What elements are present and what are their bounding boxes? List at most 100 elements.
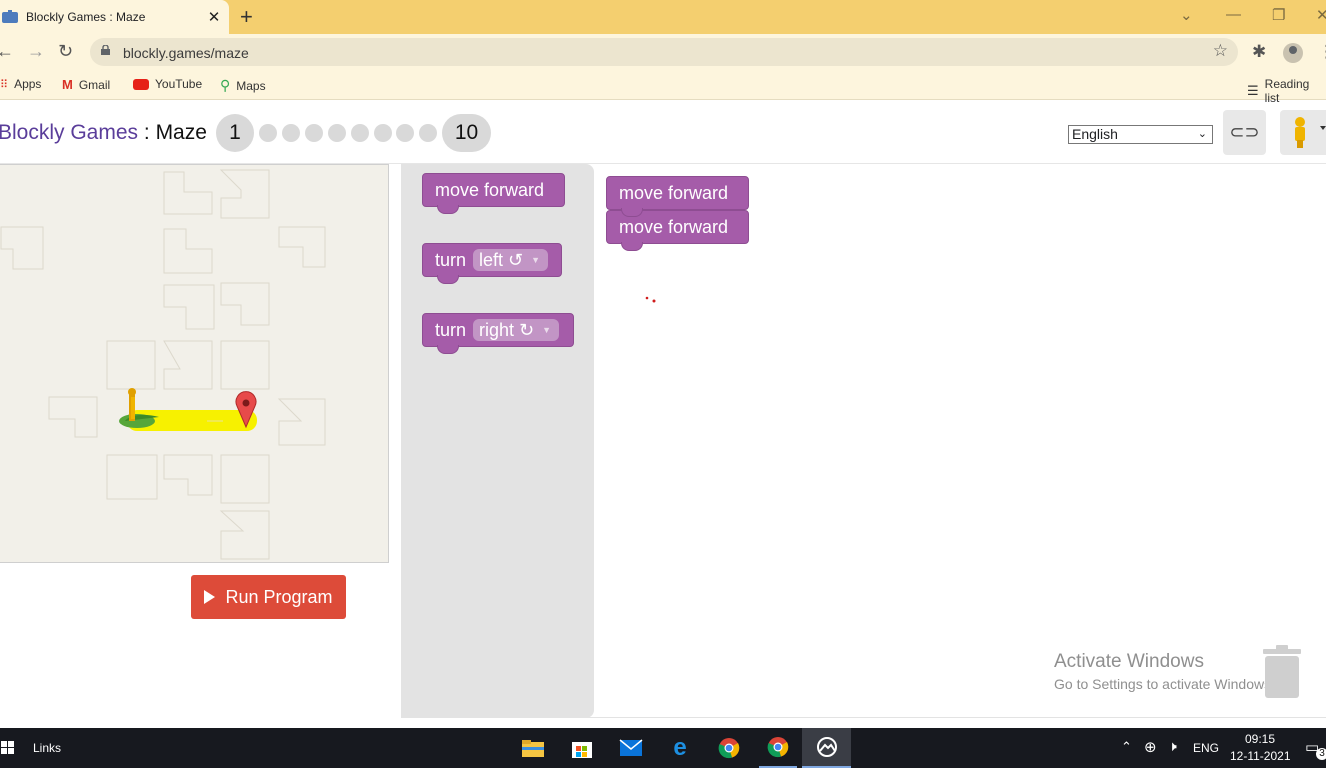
windows-start-icon[interactable]: [0, 728, 16, 768]
block-label: move forward: [619, 216, 729, 237]
block-label: move forward: [435, 179, 545, 200]
chrome-active-icon[interactable]: [759, 728, 797, 768]
level-10-button[interactable]: 10: [442, 114, 491, 152]
direction-dropdown[interactable]: left ↺ ▼: [473, 249, 549, 271]
watermark-title: Activate Windows: [1054, 651, 1204, 672]
maps-pin-icon: ⚲: [220, 77, 231, 93]
level-4-dot[interactable]: [305, 124, 323, 142]
extensions-icon[interactable]: ✱: [1252, 42, 1266, 62]
watermark-subtitle: Go to Settings to activate Windows.: [1054, 676, 1275, 692]
brand-link[interactable]: Blockly Games: [0, 121, 138, 144]
page-title: Blockly Games : Maze: [0, 121, 207, 145]
url-text: blockly.games/maze: [123, 45, 249, 61]
cursor-marks: [645, 296, 656, 303]
bookmark-label: YouTube: [155, 77, 203, 91]
links-toolbar[interactable]: Links: [33, 728, 61, 768]
language-select[interactable]: English ⌄: [1068, 125, 1213, 144]
bookmark-apps[interactable]: ⠿ Apps: [0, 77, 41, 91]
dropdown-arrow-icon: ▼: [542, 325, 552, 335]
link-icon: ⊂⊃: [1229, 122, 1260, 142]
run-program-button[interactable]: Run Program: [191, 575, 346, 619]
level-8-dot[interactable]: [396, 124, 414, 142]
reading-list-label: Reading list: [1264, 77, 1310, 105]
block-label: turn: [435, 319, 467, 340]
notification-count-badge: 3: [1316, 748, 1326, 760]
dropdown-value: right ↻: [479, 319, 535, 340]
toolbox-move-forward-block[interactable]: move forward: [422, 173, 565, 214]
browser-toolbar: ← → ↻ blockly.games/maze ☆ ✱ ⋮: [0, 34, 1326, 70]
network-icon[interactable]: ⊕: [1144, 738, 1157, 756]
pegman-player-icon: [131, 397, 135, 419]
forward-icon[interactable]: →: [27, 41, 45, 62]
dropdown-value: left ↺: [479, 249, 524, 270]
youtube-icon: [133, 78, 149, 90]
chrome-icon[interactable]: [711, 728, 747, 768]
edge-icon[interactable]: e: [662, 728, 698, 768]
apps-grid-icon: ⠿: [0, 78, 9, 91]
reading-list-button[interactable]: ☰ Reading list: [1247, 77, 1326, 105]
start-marker-icon: [119, 388, 159, 428]
blockly-favicon-icon: [2, 9, 18, 23]
bookmark-label: Maps: [236, 78, 266, 93]
tab-title: Blockly Games : Maze: [26, 10, 146, 24]
block-label: turn: [435, 249, 467, 270]
restore-icon[interactable]: ❐: [1272, 6, 1285, 24]
reload-icon[interactable]: ↻: [58, 41, 73, 62]
volume-icon[interactable]: 🕨: [1168, 738, 1177, 755]
profile-avatar[interactable]: [1283, 43, 1303, 63]
back-icon[interactable]: ←: [0, 41, 14, 62]
menu-icon[interactable]: ⋮: [1318, 42, 1326, 62]
chevron-down-icon: ⌄: [1197, 128, 1207, 140]
bookmark-gmail[interactable]: M Gmail: [62, 77, 110, 92]
maze-board: [0, 164, 389, 563]
dropdown-arrow-icon: ▼: [531, 255, 541, 265]
trash-can-icon[interactable]: [1262, 644, 1302, 698]
reading-list-icon: ☰: [1247, 83, 1259, 98]
level-7-dot[interactable]: [374, 124, 392, 142]
bookmark-youtube[interactable]: YouTube: [133, 77, 202, 91]
mail-icon[interactable]: [613, 728, 649, 768]
bookmark-maps[interactable]: ⚲ Maps: [220, 77, 266, 94]
level-9-dot[interactable]: [419, 124, 437, 142]
bookmark-star-icon[interactable]: ☆: [1213, 41, 1228, 61]
windows-taskbar: Links e ⌃ ⊕ 🕨 ENG 09:15 12-11-2021 ▭ 3: [0, 728, 1326, 768]
close-window-icon[interactable]: ✕: [1316, 6, 1326, 24]
level-1-button[interactable]: 1: [216, 114, 254, 152]
toolbox-turn-right-block[interactable]: turn right ↻ ▼: [422, 313, 574, 354]
link-share-button[interactable]: ⊂⊃: [1223, 110, 1266, 155]
tab-search-icon[interactable]: ⌄: [1180, 6, 1193, 24]
page-header: Blockly Games : Maze 1 10 English ⌄ ⊂⊃: [0, 102, 1326, 164]
file-explorer-icon[interactable]: [515, 728, 551, 768]
tab-blockly-maze[interactable]: Blockly Games : Maze ✕: [0, 0, 229, 34]
microsoft-store-icon[interactable]: [564, 728, 600, 768]
gmail-icon: M: [62, 77, 73, 92]
photos-app-icon[interactable]: [802, 728, 851, 768]
clock-time[interactable]: 09:15: [1244, 732, 1276, 746]
bookmarks-bar: ⠿ Apps M Gmail YouTube ⚲ Maps ☰ Reading …: [0, 70, 1326, 105]
level-6-dot[interactable]: [351, 124, 369, 142]
tab-close-icon[interactable]: ✕: [203, 8, 225, 26]
play-icon: [204, 590, 216, 604]
direction-dropdown[interactable]: right ↻ ▼: [473, 319, 560, 341]
workspace-move-forward-block[interactable]: move forward: [606, 176, 749, 217]
workspace-border: [401, 717, 1326, 718]
title-separator: :: [138, 121, 156, 144]
level-3-dot[interactable]: [282, 124, 300, 142]
game-name: Maze: [155, 121, 207, 144]
clock-date[interactable]: 12-11-2021: [1230, 749, 1291, 763]
level-2-dot[interactable]: [259, 124, 277, 142]
address-bar[interactable]: blockly.games/maze ☆: [90, 38, 1238, 66]
tab-strip: Blockly Games : Maze ✕ + ⌄ — ❐ ✕: [0, 0, 1326, 34]
language-value: English: [1072, 126, 1118, 142]
lock-icon: [101, 45, 110, 55]
input-language[interactable]: ENG: [1193, 741, 1219, 755]
new-tab-button[interactable]: +: [240, 4, 253, 30]
pegman-icon: [1295, 117, 1326, 148]
show-hidden-icons-icon[interactable]: ⌃: [1121, 739, 1132, 755]
toolbox-turn-left-block[interactable]: turn left ↺ ▼: [422, 243, 562, 284]
minimize-icon[interactable]: —: [1226, 6, 1241, 23]
level-5-dot[interactable]: [328, 124, 346, 142]
pegman-select-button[interactable]: [1280, 110, 1326, 155]
activate-windows-watermark: Activate Windows Go to Settings to activ…: [1054, 651, 1275, 692]
block-label: move forward: [619, 182, 729, 203]
